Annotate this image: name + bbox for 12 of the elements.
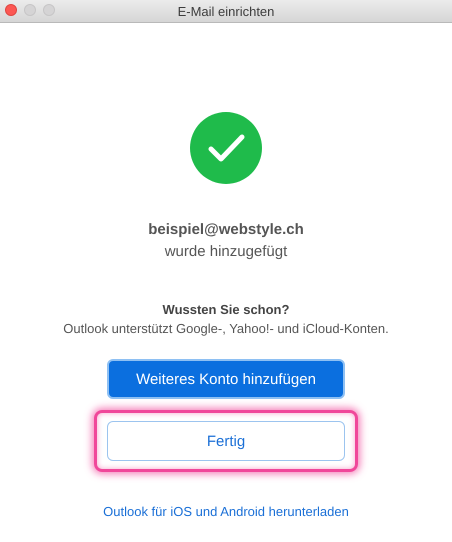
checkmark-icon xyxy=(190,112,262,184)
download-link[interactable]: Outlook für iOS und Android herunterladen xyxy=(103,504,349,519)
tip-text: Outlook unterstützt Google-, Yahoo!- und iCloud-Konten. xyxy=(63,321,389,336)
add-account-button[interactable]: Weiteres Konto hinzufügen xyxy=(107,359,345,399)
window-zoom-button[interactable] xyxy=(43,4,55,16)
window-title: E-Mail einrichten xyxy=(178,4,274,18)
email-address: beispiel@webstyle.ch xyxy=(148,221,304,238)
window-minimize-button[interactable] xyxy=(24,4,36,16)
done-button[interactable]: Fertig xyxy=(107,421,345,461)
window-close-button[interactable] xyxy=(5,4,17,16)
success-message: wurde hinzugefügt xyxy=(164,243,288,260)
tip-title: Wussten Sie schon? xyxy=(162,302,290,317)
